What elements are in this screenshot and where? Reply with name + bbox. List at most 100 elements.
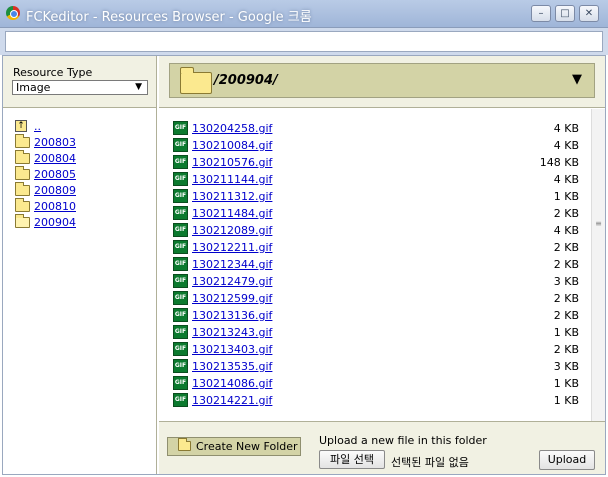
gif-file-icon: GIF [173, 274, 188, 288]
gif-file-icon: GIF [173, 155, 188, 169]
file-name-link[interactable]: 130214221.gif [192, 394, 272, 407]
gif-file-icon: GIF [173, 376, 188, 390]
file-size: 1 KB [553, 190, 579, 203]
folder-icon [15, 133, 30, 148]
file-size: 2 KB [553, 309, 579, 322]
gif-file-icon: GIF [173, 308, 188, 322]
file-name-link[interactable]: 130210576.gif [192, 156, 272, 169]
scroll-thumb[interactable]: ≡ [594, 219, 603, 233]
create-new-folder-label: Create New Folder [196, 440, 298, 453]
folder-tree: ↑ .. 200803 200804 200805 200809 200810 … [3, 108, 157, 474]
file-row[interactable]: GIF 130213136.gif 2 KB [173, 307, 579, 324]
file-row[interactable]: GIF 130212479.gif 3 KB [173, 273, 579, 290]
folder-link[interactable]: 200805 [34, 168, 76, 181]
file-name-link[interactable]: 130211144.gif [192, 173, 272, 186]
file-size: 1 KB [553, 326, 579, 339]
file-row[interactable]: GIF 130212211.gif 2 KB [173, 239, 579, 256]
upload-label: Upload a new file in this folder [319, 434, 487, 447]
file-row[interactable]: GIF 130212599.gif 2 KB [173, 290, 579, 307]
gif-file-icon: GIF [173, 240, 188, 254]
folder-item[interactable]: 200803 [15, 133, 76, 150]
gif-file-icon: GIF [173, 325, 188, 339]
folder-icon [178, 438, 191, 451]
file-row[interactable]: GIF 130214221.gif 1 KB [173, 392, 579, 409]
file-size: 148 KB [539, 156, 579, 169]
gif-file-icon: GIF [173, 206, 188, 220]
gif-file-icon: GIF [173, 393, 188, 407]
folder-icon [15, 165, 30, 180]
file-name-link[interactable]: 130213535.gif [192, 360, 272, 373]
window-title: FCKeditor - Resources Browser - Google 크… [26, 10, 312, 25]
address-bar [0, 28, 608, 55]
folder-item-current[interactable]: 200904 [15, 213, 76, 230]
current-folder-path: /200904/ [214, 73, 278, 88]
file-name-link[interactable]: 130212599.gif [192, 292, 272, 305]
folder-up-link[interactable]: .. [34, 120, 41, 133]
file-row[interactable]: GIF 130213535.gif 3 KB [173, 358, 579, 375]
gif-file-icon: GIF [173, 138, 188, 152]
file-row[interactable]: GIF 130211144.gif 4 KB [173, 171, 579, 188]
file-name-link[interactable]: 130211312.gif [192, 190, 272, 203]
open-folder-icon [15, 213, 30, 228]
file-row[interactable]: GIF 130213403.gif 2 KB [173, 341, 579, 358]
file-row[interactable]: GIF 130212089.gif 4 KB [173, 222, 579, 239]
folder-item[interactable]: 200804 [15, 149, 76, 166]
file-row[interactable]: GIF 130211312.gif 1 KB [173, 188, 579, 205]
file-name-link[interactable]: 130212211.gif [192, 241, 272, 254]
current-folder-bar[interactable]: /200904/ ▼ [169, 63, 595, 98]
file-row[interactable]: GIF 130204258.gif 4 KB [173, 120, 579, 137]
file-size: 1 KB [553, 394, 579, 407]
file-list: GIF 130204258.gif 4 KB GIF 130210084.gif 4 KB… [159, 109, 605, 421]
file-name-link[interactable]: 130212089.gif [192, 224, 272, 237]
folder-link[interactable]: 200803 [34, 136, 76, 149]
maximize-button[interactable]: □ [555, 5, 575, 22]
file-size: 4 KB [553, 224, 579, 237]
choose-file-button[interactable]: 파일 선택 [319, 450, 385, 469]
folder-link[interactable]: 200809 [34, 184, 76, 197]
folder-icon [15, 197, 30, 212]
folder-link[interactable]: 200904 [34, 216, 76, 229]
resource-type-panel: Resource Type Image ▼ [3, 56, 157, 108]
file-name-link[interactable]: 130204258.gif [192, 122, 272, 135]
folder-link[interactable]: 200810 [34, 200, 76, 213]
file-row[interactable]: GIF 130212344.gif 2 KB [173, 256, 579, 273]
file-size: 4 KB [553, 122, 579, 135]
file-row[interactable]: GIF 130210576.gif 148 KB [173, 154, 579, 171]
file-row[interactable]: GIF 130210084.gif 4 KB [173, 137, 579, 154]
file-row[interactable]: GIF 130213243.gif 1 KB [173, 324, 579, 341]
file-name-link[interactable]: 130213403.gif [192, 343, 272, 356]
file-row[interactable]: GIF 130211484.gif 2 KB [173, 205, 579, 222]
gif-file-icon: GIF [173, 257, 188, 271]
gif-file-icon: GIF [173, 223, 188, 237]
title-bar: FCKeditor - Resources Browser - Google 크… [0, 0, 608, 28]
file-name-link[interactable]: 130214086.gif [192, 377, 272, 390]
file-name-link[interactable]: 130212479.gif [192, 275, 272, 288]
resource-type-select[interactable]: Image ▼ [12, 80, 148, 95]
folder-link[interactable]: 200804 [34, 152, 76, 165]
file-size: 3 KB [553, 275, 579, 288]
gif-file-icon: GIF [173, 189, 188, 203]
file-size: 4 KB [553, 139, 579, 152]
close-button[interactable]: ✕ [579, 5, 599, 22]
resource-type-label: Resource Type [13, 66, 93, 79]
create-new-folder-button[interactable]: Create New Folder [167, 437, 301, 456]
folder-icon [15, 181, 30, 196]
file-list-scrollbar[interactable]: ≡ [591, 109, 605, 421]
folder-item[interactable]: 200810 [15, 197, 76, 214]
file-size: 1 KB [553, 377, 579, 390]
file-name-link[interactable]: 130212344.gif [192, 258, 272, 271]
minimize-button[interactable]: – [531, 5, 551, 22]
folder-item[interactable]: 200805 [15, 165, 76, 182]
file-name-link[interactable]: 130213243.gif [192, 326, 272, 339]
folder-item[interactable]: 200809 [15, 181, 76, 198]
file-size: 3 KB [553, 360, 579, 373]
folder-menu-arrow-icon[interactable]: ▼ [572, 72, 582, 87]
file-name-link[interactable]: 130211484.gif [192, 207, 272, 220]
resource-type-value: Image [16, 81, 51, 94]
upload-button[interactable]: Upload [539, 450, 595, 470]
folder-up[interactable]: ↑ .. [15, 118, 41, 134]
file-name-link[interactable]: 130213136.gif [192, 309, 272, 322]
file-row[interactable]: GIF 130214086.gif 1 KB [173, 375, 579, 392]
file-name-link[interactable]: 130210084.gif [192, 139, 272, 152]
address-field[interactable] [5, 31, 603, 52]
